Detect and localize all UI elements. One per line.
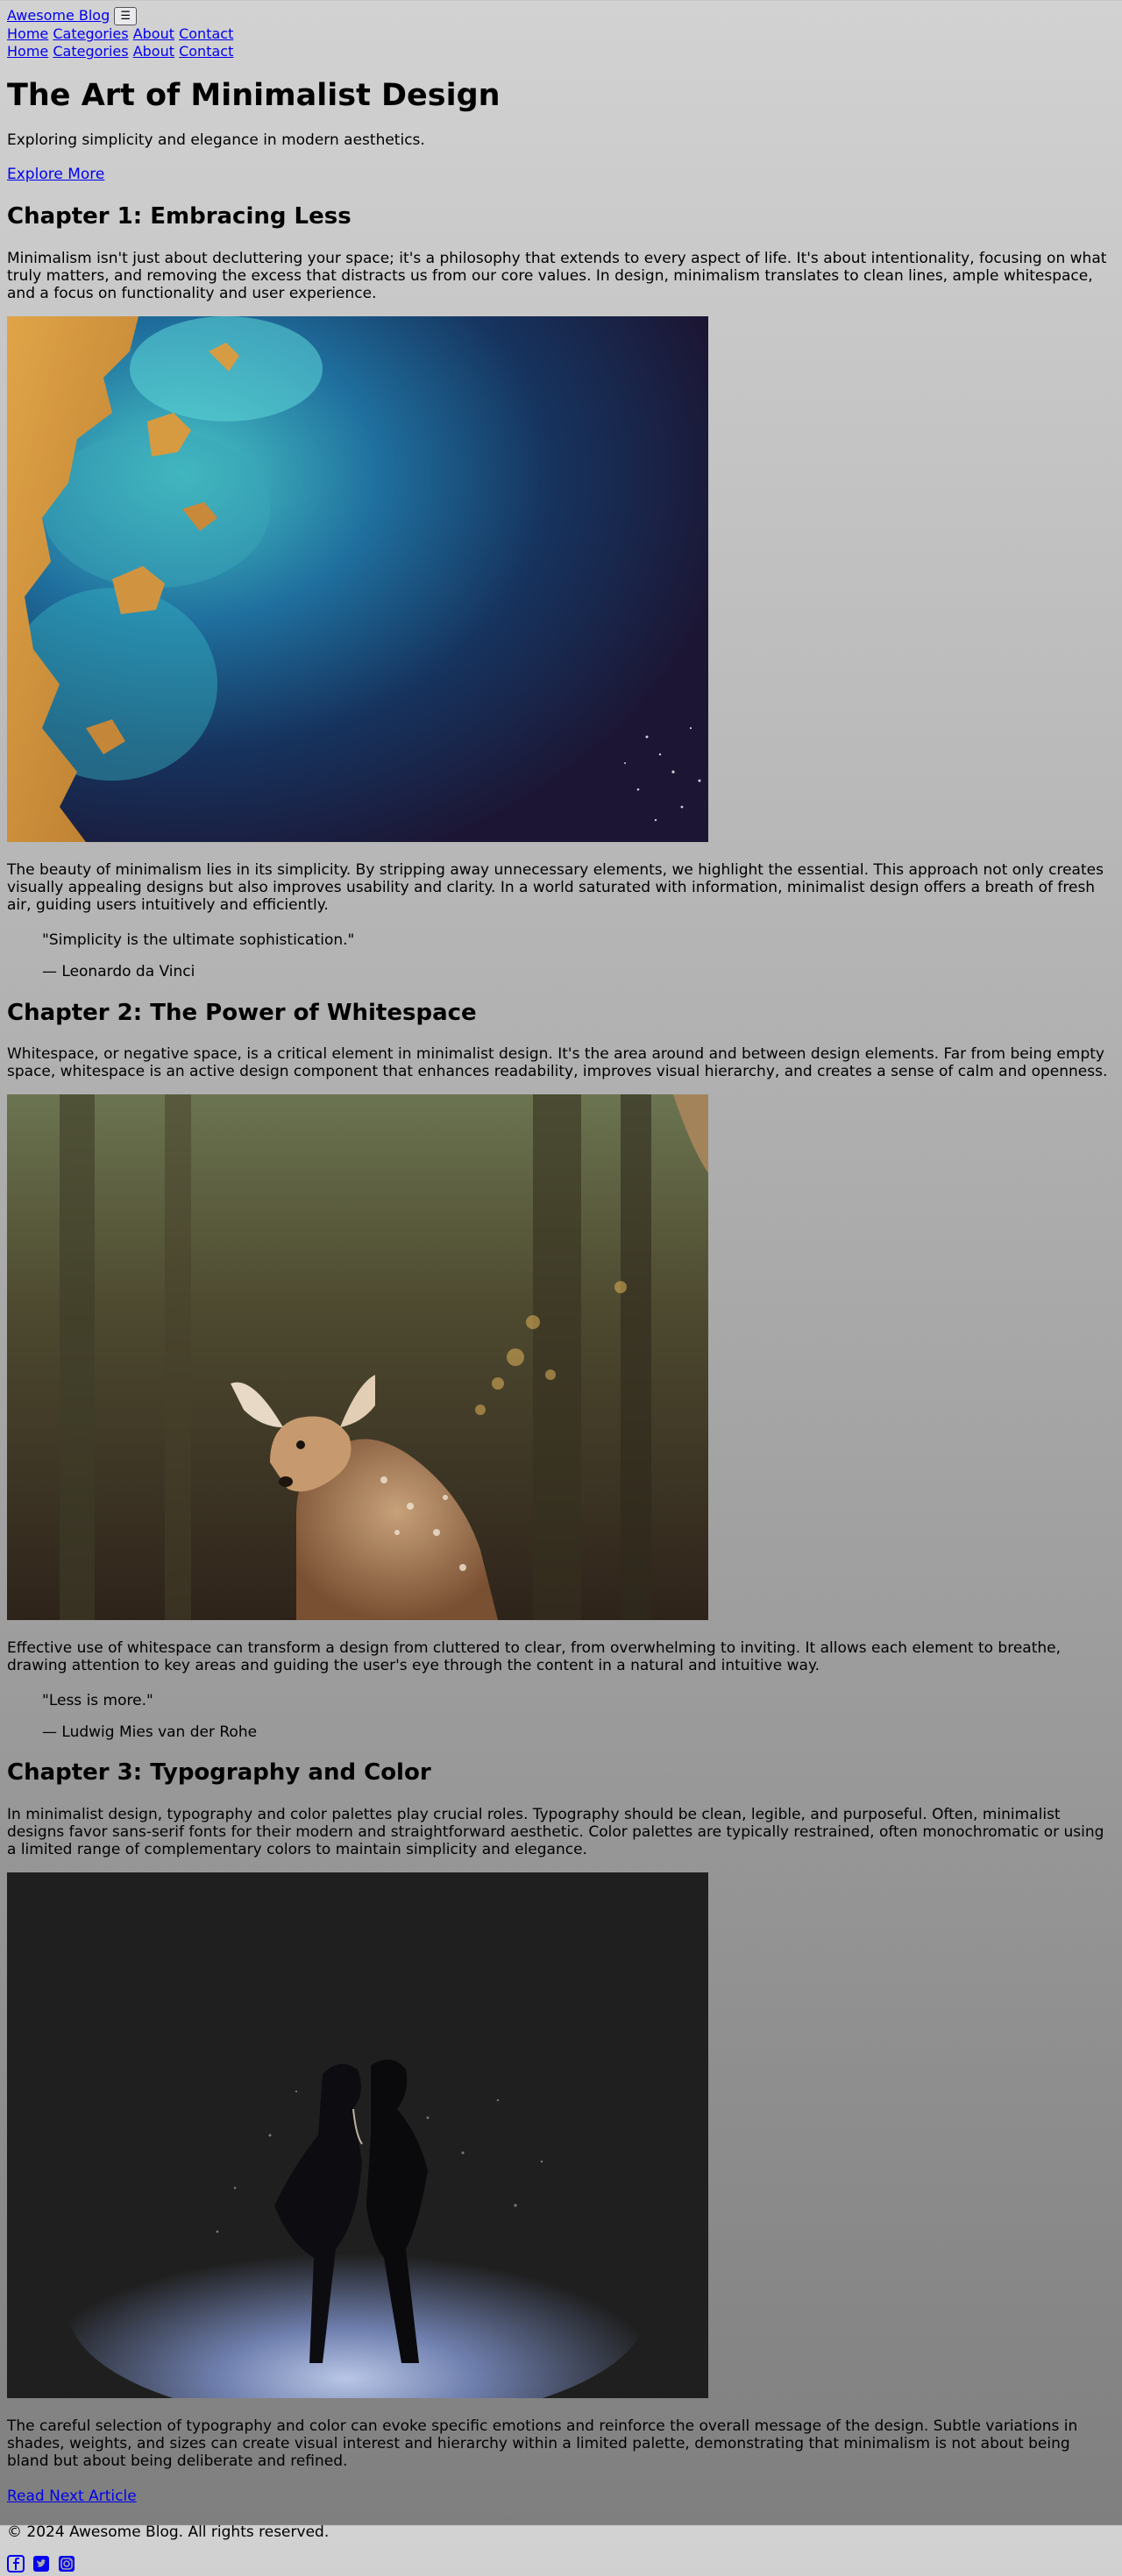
- quote-text: "Simplicity is the ultimate sophisticati…: [42, 931, 355, 949]
- coastline-image-art: [7, 315, 708, 842]
- copyright-text: © 2024 Awesome Blog. All rights reserved…: [7, 2523, 330, 2541]
- chapter-body: The beauty of minimalism lies in its sim…: [7, 860, 1104, 914]
- nav-categories-link[interactable]: Categories: [53, 43, 128, 60]
- instagram-link[interactable]: [58, 2555, 79, 2572]
- chapter-intro: Whitespace, or negative space, is a crit…: [7, 1044, 1108, 1080]
- nav-contact-link[interactable]: Contact: [179, 25, 233, 42]
- silhouette-image: [7, 1872, 708, 2399]
- chapter-intro: In minimalist design, typography and col…: [7, 1806, 1104, 1859]
- secondary-nav: Home Categories About Contact: [7, 43, 1115, 60]
- chapter-title: Chapter 1: Embracing Less: [7, 202, 352, 230]
- chapter-intro: Minimalism isn't just about decluttering…: [7, 249, 1107, 302]
- silhouette-image-art: [7, 1872, 708, 2399]
- twitter-icon: [32, 2555, 50, 2572]
- site-footer: Read Next Article © 2024 Awesome Blog. A…: [7, 2488, 1115, 2574]
- read-next-link[interactable]: Read Next Article: [7, 2488, 137, 2505]
- nav-home-link[interactable]: Home: [7, 43, 48, 60]
- menu-toggle-button[interactable]: ☰: [114, 7, 137, 25]
- nav-home-link[interactable]: Home: [7, 25, 48, 42]
- nav-about-link[interactable]: About: [133, 25, 174, 42]
- nav-contact-link[interactable]: Contact: [179, 43, 233, 60]
- deer-image: [7, 1093, 708, 1620]
- deer-image-art: [7, 1093, 708, 1620]
- social-links: [7, 2555, 1115, 2574]
- quote-author: — Ludwig Mies van der Rohe: [42, 1723, 258, 1741]
- chapter-2: Chapter 2: The Power of Whitespace White…: [7, 999, 1115, 1742]
- chapter-title: Chapter 2: The Power of Whitespace: [7, 999, 477, 1026]
- chapter-body: Effective use of whitespace can transfor…: [7, 1638, 1062, 1674]
- hero-section: The Art of Minimalist Design Exploring s…: [7, 77, 1115, 184]
- site-header: Awesome Blog ☰ Home Categories About Con…: [7, 7, 1115, 60]
- facebook-link[interactable]: [7, 2555, 28, 2573]
- quote-block: "Simplicity is the ultimate sophisticati…: [42, 931, 1115, 981]
- instagram-icon: [58, 2555, 75, 2572]
- page-title: The Art of Minimalist Design: [7, 78, 501, 113]
- nav-categories-link[interactable]: Categories: [53, 25, 128, 42]
- chapter-1: Chapter 1: Embracing Less Minimalism isn…: [7, 202, 1115, 981]
- facebook-icon: [7, 2555, 25, 2573]
- twitter-link[interactable]: [32, 2555, 53, 2572]
- explore-more-link[interactable]: Explore More: [7, 166, 104, 183]
- primary-nav: Home Categories About Contact: [7, 25, 1115, 43]
- chapter-body: The careful selection of typography and …: [7, 2417, 1078, 2471]
- quote-author: — Leonardo da Vinci: [42, 963, 195, 981]
- brand-link[interactable]: Awesome Blog: [7, 7, 110, 24]
- coastline-image: [7, 315, 708, 842]
- page-subtitle: Exploring simplicity and elegance in mod…: [7, 131, 425, 149]
- nav-about-link[interactable]: About: [133, 43, 174, 60]
- quote-text: "Less is more.": [42, 1691, 153, 1709]
- quote-block: "Less is more." — Ludwig Mies van der Ro…: [42, 1692, 1115, 1742]
- chapter-3: Chapter 3: Typography and Color In minim…: [7, 1759, 1115, 2470]
- chapter-title: Chapter 3: Typography and Color: [7, 1759, 431, 1787]
